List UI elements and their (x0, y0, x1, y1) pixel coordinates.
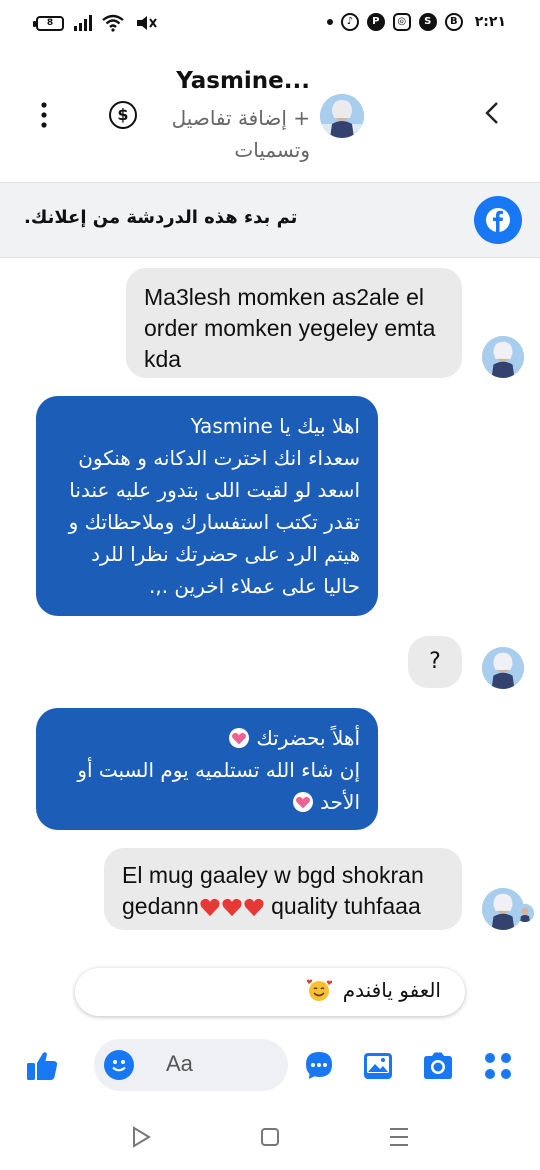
emoji-icon[interactable] (104, 1050, 134, 1080)
avatar[interactable] (320, 94, 364, 138)
draft-text: العفو يافندم (342, 978, 441, 1002)
message-bubble-outgoing[interactable]: اهلا بيك يا Yasmine سعداء انك اخترت الدك… (36, 396, 378, 616)
mute-icon (137, 16, 157, 30)
avatar (482, 647, 524, 689)
home-nav-icon[interactable] (257, 1124, 283, 1150)
message-line: gedann quality tuhfaaa (122, 891, 444, 922)
message-line: El mug gaaley w bgd shokran (122, 862, 424, 888)
dot-icon (326, 19, 333, 25)
pinterest-icon: P (366, 13, 385, 31)
message-bubble-incoming[interactable]: Ma3lesh momken as2ale el order momken ye… (126, 268, 462, 378)
status-time: ٢:٢١ (474, 14, 506, 30)
avatar-photo (320, 94, 364, 138)
message-line: اهلا بيك يا Yasmine (190, 414, 360, 438)
recents-nav-icon[interactable] (386, 1124, 412, 1150)
message-bubble-incoming[interactable]: ? (408, 636, 462, 688)
contact-name[interactable]: Yasmine... (150, 68, 310, 94)
message-line: اسعد لو لقيت اللى بتدور عليه عندنا (69, 478, 360, 502)
tiktok-icon: ♪ (340, 13, 359, 31)
wifi-icon (102, 14, 124, 32)
status-bar: 8 ♪ P ◎ S B ٢:٢١ (0, 0, 540, 46)
message-line: هيتم الرد على حضرتك نظرا للرد (91, 542, 360, 566)
message-text: أهلاً بحضرتك (256, 726, 360, 750)
dollar-icon[interactable]: $ (109, 101, 137, 129)
status-bar-right: ♪ P ◎ S B ٢:٢١ (326, 13, 506, 31)
red-heart-icon (200, 898, 220, 917)
messenger-icon[interactable] (299, 1046, 339, 1086)
add-details-link[interactable]: + إضافة تفاصيل وتسميات (150, 102, 310, 166)
message-input-placeholder: Aa (166, 1051, 193, 1076)
red-heart-icon (244, 898, 264, 917)
pink-heart-icon (228, 728, 249, 748)
message-line: سعداء انك اخترت الدكانه و هنكون (78, 446, 360, 470)
seen-receipt-avatar (516, 904, 534, 922)
message-text: gedann (122, 893, 199, 919)
instagram-icon: ◎ (392, 13, 411, 31)
pink-heart-icon (292, 792, 313, 812)
gallery-icon[interactable] (358, 1046, 398, 1086)
message-bubble-outgoing[interactable]: أهلاً بحضرتك إن شاء الله تستلميه يوم الس… (36, 708, 378, 830)
status-bar-left: 8 (33, 14, 158, 32)
message-line: حاليا على عملاء اخرين .,. (149, 574, 360, 598)
back-nav-icon[interactable] (128, 1124, 154, 1150)
draft-message[interactable]: العفو يافندم (75, 968, 465, 1016)
message-line: إن شاء الله تستلميه يوم السبت أو (77, 758, 360, 782)
message-bubble-incoming[interactable]: El mug gaaley w bgd shokran gedann quali… (104, 848, 462, 930)
b-icon: B (444, 13, 463, 31)
system-nav-bar (0, 1100, 540, 1170)
message-line: الأحد (54, 786, 360, 818)
signal-icon (74, 15, 92, 31)
message-text: quality tuhfaaa (264, 893, 421, 919)
message-line: أهلاً بحضرتك (54, 722, 360, 754)
battery-icon: 8 (33, 15, 64, 31)
facebook-icon (474, 196, 522, 244)
ad-origin-banner: تم بدء هذه الدردشة من إعلانك. (0, 182, 540, 258)
shazam-icon: S (418, 13, 437, 31)
message-line: تقدر تكتب استفسارك وملاحظاتك و (68, 510, 360, 534)
like-icon[interactable] (22, 1046, 62, 1086)
kebab-icon[interactable] (40, 102, 48, 128)
camera-icon[interactable] (418, 1046, 458, 1086)
smiling-face-with-hearts-icon (307, 979, 333, 1001)
message-input[interactable]: Aa (94, 1039, 288, 1091)
avatar (482, 336, 524, 378)
apps-icon[interactable] (478, 1046, 518, 1086)
chat-header: $ Yasmine... + إضافة تفاصيل وتسميات (0, 46, 540, 182)
message-composer: Aa (0, 1036, 540, 1096)
message-text: الأحد (320, 790, 360, 814)
chevron-left-icon[interactable] (478, 98, 508, 128)
red-heart-icon (222, 898, 242, 917)
ad-origin-text: تم بدء هذه الدردشة من إعلانك. (24, 207, 298, 228)
